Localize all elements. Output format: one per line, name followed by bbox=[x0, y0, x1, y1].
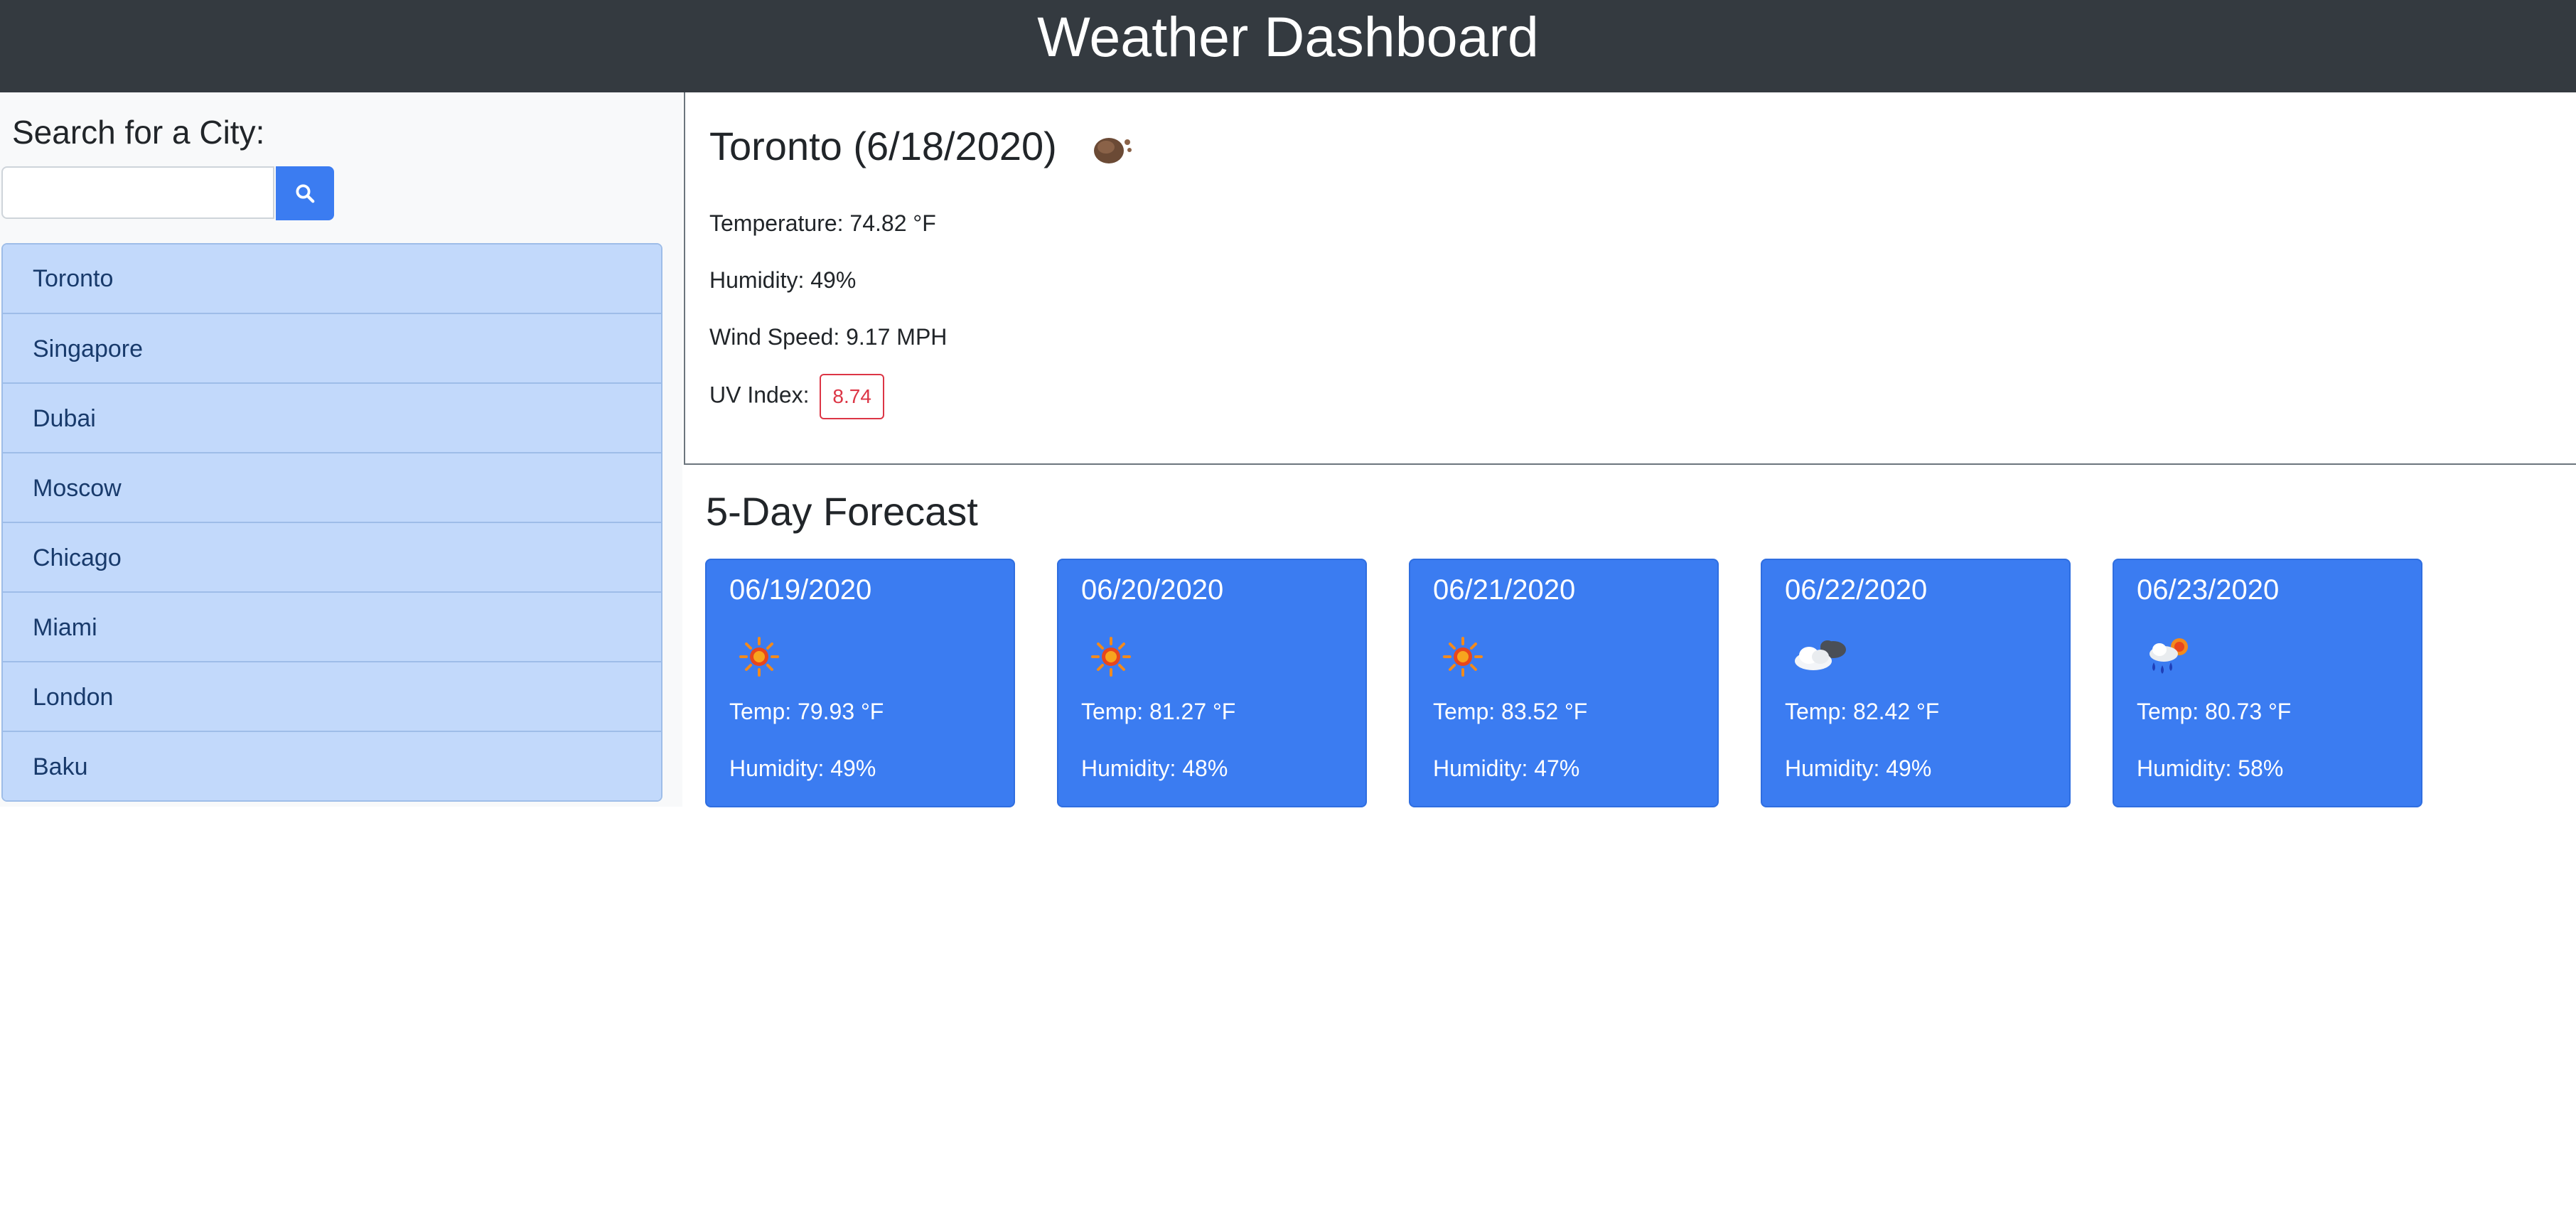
city-item-chicago[interactable]: Chicago bbox=[3, 522, 661, 591]
rain-sun-icon bbox=[2150, 638, 2188, 674]
city-item-miami[interactable]: Miami bbox=[3, 591, 661, 661]
forecast-temp: Temp: 79.93 °F bbox=[729, 699, 884, 724]
current-uv-row: UV Index: 8.74 bbox=[709, 374, 884, 419]
forecast-humidity: Humidity: 49% bbox=[729, 756, 876, 781]
forecast-card: 06/19/2020 Temp: 79.93 °F Humidity: 49% bbox=[705, 559, 1015, 807]
city-item-baku[interactable]: Baku bbox=[3, 731, 661, 800]
sun-icon bbox=[1443, 637, 1483, 677]
forecast-humidity: Humidity: 58% bbox=[2137, 756, 2284, 781]
search-icon bbox=[296, 184, 315, 203]
forecast-date: 06/20/2020 bbox=[1081, 574, 1224, 606]
forecast-date: 06/21/2020 bbox=[1433, 574, 1576, 606]
uv-index-badge: 8.74 bbox=[820, 374, 884, 419]
forecast-humidity: Humidity: 48% bbox=[1081, 756, 1228, 781]
current-weather-panel: Toronto (6/18/2020) Temperature: 74.82 °… bbox=[684, 92, 2576, 465]
forecast-date: 06/19/2020 bbox=[729, 574, 872, 606]
forecast-humidity: Humidity: 49% bbox=[1785, 756, 1932, 781]
forecast-card: 06/20/2020 Temp: 81.27 °F Humidity: 48% bbox=[1057, 559, 1367, 807]
navbar: Weather Dashboard bbox=[0, 0, 2576, 92]
city-item-toronto[interactable]: Toronto bbox=[3, 244, 661, 313]
current-wind-speed: Wind Speed: 9.17 MPH bbox=[709, 324, 948, 350]
forecast-card: 06/22/2020 Temp: 82.42 °F Humidity: 49% bbox=[1761, 559, 2071, 807]
forecast-title: 5-Day Forecast bbox=[706, 489, 978, 534]
search-button[interactable] bbox=[276, 166, 334, 220]
forecast-temp: Temp: 81.27 °F bbox=[1081, 699, 1236, 724]
sun-icon bbox=[1091, 637, 1131, 677]
current-humidity: Humidity: 49% bbox=[709, 267, 857, 293]
current-city-title: Toronto (6/18/2020) bbox=[709, 124, 1057, 168]
city-item-singapore[interactable]: Singapore bbox=[3, 313, 661, 382]
forecast-date: 06/23/2020 bbox=[2137, 574, 2280, 606]
forecast-humidity: Humidity: 47% bbox=[1433, 756, 1580, 781]
moon-clouds-icon bbox=[1094, 138, 1132, 163]
forecast-card: 06/21/2020 Temp: 83.52 °F Humidity: 47% bbox=[1409, 559, 1719, 807]
page-title: Weather Dashboard bbox=[1037, 5, 1539, 68]
forecast-card: 06/23/2020 Temp: 80.73 °F Humidity: 58% bbox=[2113, 559, 2422, 807]
forecast-temp: Temp: 80.73 °F bbox=[2137, 699, 2292, 724]
clouds-icon bbox=[1795, 640, 1846, 670]
city-item-london[interactable]: London bbox=[3, 661, 661, 731]
search-heading: Search for a City: bbox=[12, 114, 265, 151]
forecast-temp: Temp: 82.42 °F bbox=[1785, 699, 1940, 724]
city-item-moscow[interactable]: Moscow bbox=[3, 452, 661, 522]
city-history-list: Toronto Singapore Dubai Moscow Chicago M… bbox=[1, 243, 662, 802]
city-search-input[interactable] bbox=[1, 166, 274, 219]
sidebar: Search for a City: Toronto Singapore Dub… bbox=[0, 92, 682, 807]
uv-index-label: UV Index: bbox=[709, 382, 810, 408]
sun-icon bbox=[739, 637, 779, 677]
forecast-date: 06/22/2020 bbox=[1785, 574, 1928, 606]
current-temperature: Temperature: 74.82 °F bbox=[709, 210, 936, 236]
forecast-temp: Temp: 83.52 °F bbox=[1433, 699, 1588, 724]
city-item-dubai[interactable]: Dubai bbox=[3, 382, 661, 452]
